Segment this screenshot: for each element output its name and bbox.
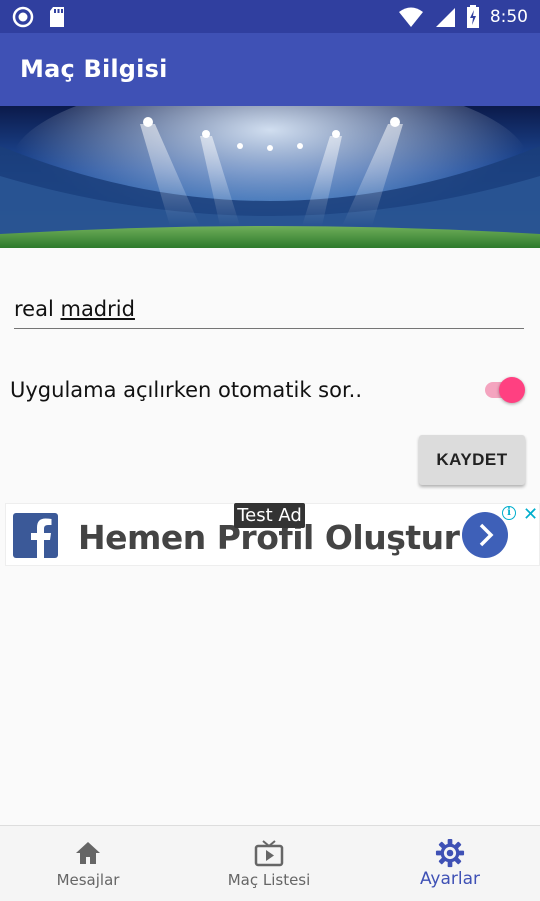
tv-play-icon — [254, 840, 284, 867]
facebook-logo-icon — [13, 513, 58, 558]
save-button[interactable]: KAYDET — [419, 435, 525, 485]
battery-icon — [466, 5, 479, 28]
nav-item-ayarlar[interactable]: Ayarlar — [400, 826, 500, 901]
nav-label: Ayarlar — [419, 869, 481, 889]
wifi-icon — [398, 7, 423, 27]
sd-card-icon — [50, 7, 64, 27]
home-icon — [76, 842, 100, 864]
bottom-navigation: Mesajlar Maç Listesi Ayarlar — [0, 825, 540, 901]
stadium-banner-image — [0, 106, 540, 248]
page-title: Maç Bilgisi — [20, 55, 168, 83]
nav-item-mac-listesi[interactable]: Maç Listesi — [214, 826, 324, 901]
team-name-value: real madrid — [14, 297, 135, 321]
signal-icon — [435, 8, 455, 27]
status-bar: 8:50 — [0, 0, 540, 33]
test-ad-badge: Test Ad — [234, 503, 305, 528]
team-name-word-spellcheck: madrid — [60, 297, 135, 321]
app-bar: Maç Bilgisi — [0, 33, 540, 106]
auto-query-switch[interactable] — [483, 377, 525, 403]
status-system: 8:50 — [398, 5, 528, 29]
gear-icon — [435, 838, 465, 868]
record-icon — [12, 6, 34, 28]
auto-query-label: Uygulama açılırken otomatik sor.. — [10, 378, 363, 402]
team-name-input[interactable]: real madrid — [14, 293, 524, 329]
nav-item-mesajlar[interactable]: Mesajlar — [38, 826, 138, 901]
nav-label: Mesajlar — [56, 871, 120, 889]
ad-info-icon[interactable]: i — [502, 506, 516, 520]
team-name-word: real — [14, 297, 54, 321]
nav-label: Maç Listesi — [227, 871, 311, 889]
ad-close-icon[interactable]: ✕ — [523, 504, 538, 525]
status-time: 8:50 — [489, 7, 528, 27]
status-notifications — [12, 6, 66, 28]
switch-thumb — [499, 377, 525, 403]
ad-next-arrow-icon[interactable] — [462, 512, 508, 558]
